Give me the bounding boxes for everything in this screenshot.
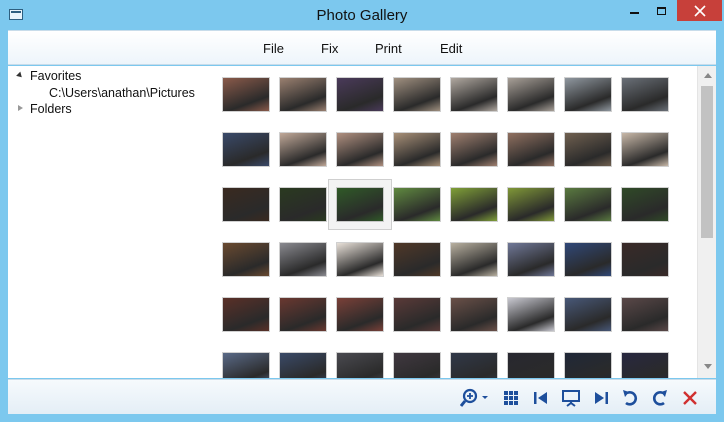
photo-thumbnail[interactable]	[564, 187, 612, 222]
rotate-right-button[interactable]	[649, 387, 671, 409]
delete-button[interactable]	[679, 387, 701, 409]
content-area: Favorites C:\Users\anathan\Pictures Fold…	[8, 66, 716, 378]
photo-thumbnail[interactable]	[279, 187, 327, 222]
rotate-right-icon	[652, 390, 667, 406]
rotate-left-button[interactable]	[619, 387, 641, 409]
close-icon	[693, 4, 706, 17]
close-button[interactable]	[677, 0, 722, 21]
photo-thumbnail[interactable]	[564, 132, 612, 167]
photo-thumbnail[interactable]	[393, 77, 441, 112]
minimize-icon	[630, 12, 639, 14]
photo-grid	[213, 66, 697, 378]
photo-thumbnail[interactable]	[336, 132, 384, 167]
photo-thumbnail[interactable]	[507, 187, 555, 222]
window-title: Photo Gallery	[316, 7, 408, 24]
expand-arrow-icon[interactable]	[16, 71, 24, 80]
scroll-thumb[interactable]	[701, 86, 713, 238]
zoom-button[interactable]	[460, 387, 494, 409]
photo-thumbnail[interactable]	[393, 242, 441, 277]
photo-thumbnail[interactable]	[507, 77, 555, 112]
photo-thumbnail[interactable]	[222, 187, 270, 222]
photo-thumbnail[interactable]	[621, 297, 669, 332]
app-window: Photo Gallery File Fix Print Edit Favori…	[0, 0, 724, 422]
photo-thumbnail[interactable]	[222, 242, 270, 277]
photo-thumbnail[interactable]	[564, 77, 612, 112]
menu-fix[interactable]: Fix	[321, 41, 338, 56]
photo-thumbnail[interactable]	[222, 297, 270, 332]
tree-item-folders[interactable]: Folders	[30, 102, 72, 116]
photo-thumbnail[interactable]	[279, 297, 327, 332]
delete-icon	[683, 391, 697, 405]
menu-edit[interactable]: Edit	[440, 41, 462, 56]
photo-thumbnail[interactable]	[621, 242, 669, 277]
photo-thumbnail[interactable]	[621, 352, 669, 378]
previous-button[interactable]	[530, 387, 552, 409]
folder-tree: Favorites C:\Users\anathan\Pictures Fold…	[8, 66, 208, 378]
photo-thumbnail[interactable]	[564, 242, 612, 277]
photo-thumbnail[interactable]	[564, 297, 612, 332]
tree-item-pictures-path[interactable]: C:\Users\anathan\Pictures	[49, 86, 195, 100]
photo-thumbnail[interactable]	[450, 242, 498, 277]
photo-thumbnail[interactable]	[336, 77, 384, 112]
menu-bar: File Fix Print Edit	[8, 30, 716, 65]
vertical-scrollbar[interactable]	[697, 66, 716, 378]
photo-thumbnail[interactable]	[336, 242, 384, 277]
photo-thumbnail[interactable]	[507, 132, 555, 167]
photo-thumbnail[interactable]	[450, 352, 498, 378]
photo-thumbnail[interactable]	[450, 132, 498, 167]
photo-thumbnail[interactable]	[279, 77, 327, 112]
photo-thumbnail[interactable]	[222, 352, 270, 378]
photo-thumbnail[interactable]	[621, 77, 669, 112]
photo-thumbnail[interactable]	[222, 77, 270, 112]
minimize-button[interactable]	[621, 0, 648, 22]
slideshow-button[interactable]	[560, 387, 582, 409]
photo-thumbnail[interactable]	[507, 352, 555, 378]
scroll-up-icon[interactable]	[704, 73, 712, 78]
photo-thumbnail[interactable]	[279, 242, 327, 277]
previous-icon	[534, 392, 547, 404]
photo-thumbnail[interactable]	[336, 187, 384, 222]
photo-thumbnail[interactable]	[279, 352, 327, 378]
photo-thumbnail[interactable]	[564, 352, 612, 378]
photo-thumbnail[interactable]	[450, 187, 498, 222]
photo-thumbnail[interactable]	[336, 352, 384, 378]
collapse-arrow-icon[interactable]	[18, 105, 23, 111]
photo-thumbnail[interactable]	[621, 132, 669, 167]
photo-thumbnail[interactable]	[336, 297, 384, 332]
maximize-button[interactable]	[648, 0, 675, 22]
bottom-toolbar	[8, 379, 716, 414]
grid-view-icon	[504, 391, 518, 405]
photo-thumbnail[interactable]	[393, 187, 441, 222]
next-icon	[595, 392, 608, 404]
maximize-icon	[657, 7, 666, 15]
photo-thumbnail[interactable]	[393, 132, 441, 167]
tree-item-favorites[interactable]: Favorites	[30, 69, 81, 83]
next-button[interactable]	[590, 387, 612, 409]
menu-print[interactable]: Print	[375, 41, 402, 56]
photo-thumbnail[interactable]	[393, 352, 441, 378]
zoom-icon	[460, 388, 488, 407]
photo-thumbnail[interactable]	[507, 242, 555, 277]
scroll-down-icon[interactable]	[704, 364, 712, 369]
photo-thumbnail[interactable]	[450, 297, 498, 332]
photo-thumbnail[interactable]	[222, 132, 270, 167]
photo-thumbnail[interactable]	[621, 187, 669, 222]
photo-thumbnail[interactable]	[450, 77, 498, 112]
photo-thumbnail[interactable]	[393, 297, 441, 332]
title-bar[interactable]: Photo Gallery	[0, 0, 724, 30]
slideshow-icon	[562, 390, 580, 407]
menu-file[interactable]: File	[263, 41, 284, 56]
photo-thumbnail[interactable]	[507, 297, 555, 332]
photo-thumbnail[interactable]	[279, 132, 327, 167]
rotate-left-icon	[623, 390, 638, 406]
grid-view-button[interactable]	[500, 387, 522, 409]
